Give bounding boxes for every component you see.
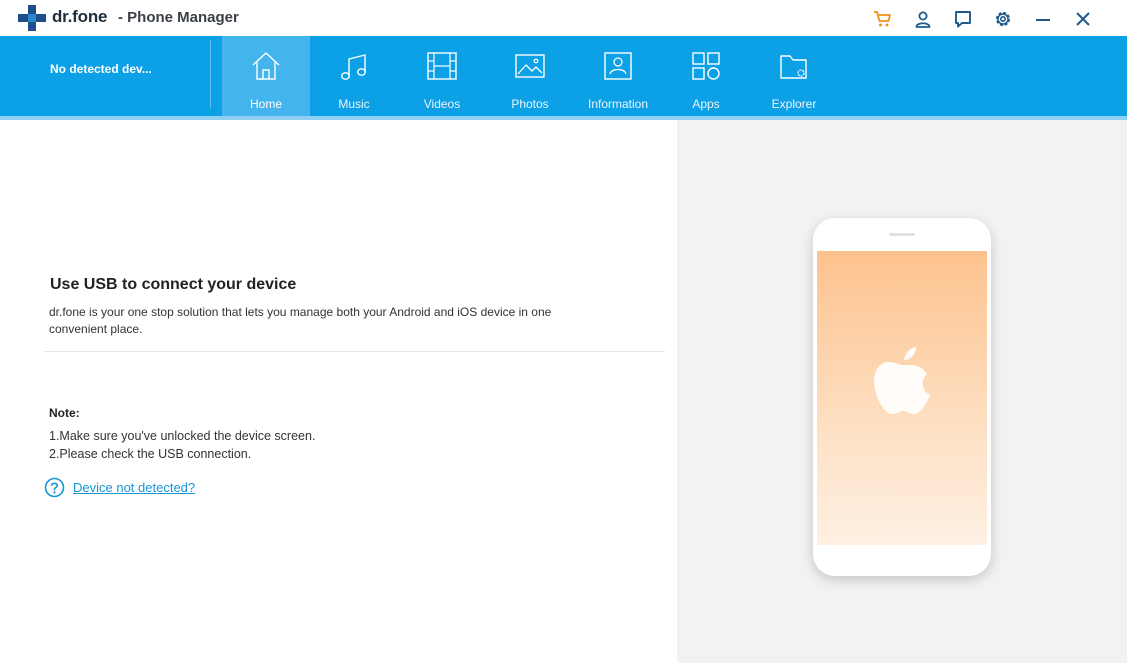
help-question-icon xyxy=(44,477,65,498)
user-icon[interactable] xyxy=(903,6,943,32)
app-title: - Phone Manager xyxy=(118,9,239,26)
minimize-icon[interactable] xyxy=(1023,6,1063,32)
tab-label: Music xyxy=(338,97,370,111)
phone-illustration xyxy=(813,218,991,576)
feedback-icon[interactable] xyxy=(943,6,983,32)
tab-explorer[interactable]: Explorer xyxy=(750,36,838,116)
tab-label: Videos xyxy=(423,97,461,111)
music-icon xyxy=(341,54,367,80)
video-icon xyxy=(427,52,457,80)
tab-photos[interactable]: Photos xyxy=(486,36,574,116)
phone-speaker xyxy=(889,233,915,236)
nav-divider xyxy=(210,40,211,108)
device-not-detected-link[interactable]: Device not detected? xyxy=(44,477,195,498)
page-title: Use USB to connect your device xyxy=(50,276,297,293)
tab-label: Explorer xyxy=(771,97,817,111)
photo-icon xyxy=(515,54,545,78)
divider xyxy=(45,351,665,352)
close-icon[interactable] xyxy=(1063,6,1103,32)
tab-videos[interactable]: Videos xyxy=(398,36,486,116)
cart-icon[interactable] xyxy=(863,6,903,32)
tab-label: Home xyxy=(249,97,282,111)
tab-music[interactable]: Music xyxy=(310,36,398,116)
phone-screen xyxy=(817,251,987,545)
tab-label: Photos xyxy=(511,97,549,111)
connect-instructions-panel: Use USB to connect your device dr.fone i… xyxy=(0,120,677,663)
tab-label: Apps xyxy=(692,97,720,111)
device-status-label[interactable]: No detected dev... xyxy=(50,62,152,76)
apple-logo-icon xyxy=(874,347,930,414)
nav-tabs: Home Music Videos Photos Information App… xyxy=(222,36,838,116)
device-illustration-panel xyxy=(677,120,1127,663)
note-title: Note: xyxy=(49,406,80,420)
main-nav-bar: No detected dev... Home Music Videos Pho… xyxy=(0,36,1127,116)
tab-label: Information xyxy=(587,97,649,111)
description-text: dr.fone is your one stop solution that l… xyxy=(49,305,552,336)
settings-icon[interactable] xyxy=(983,6,1023,32)
tab-information[interactable]: Information xyxy=(574,36,662,116)
apps-icon xyxy=(692,52,720,80)
note-line: 1.Make sure you've unlocked the device s… xyxy=(49,429,316,443)
note-line: 2.Please check the USB connection. xyxy=(49,447,252,461)
contact-icon xyxy=(604,52,632,80)
home-icon xyxy=(252,52,280,80)
help-link-text[interactable]: Device not detected? xyxy=(73,480,195,495)
window-controls xyxy=(863,6,1103,32)
tab-apps[interactable]: Apps xyxy=(662,36,750,116)
title-bar: dr.fone - Phone Manager xyxy=(0,0,1127,36)
drfone-logo-icon xyxy=(18,5,46,31)
folder-icon xyxy=(780,55,807,79)
tab-home[interactable]: Home xyxy=(222,36,310,116)
brand-name: dr.fone xyxy=(52,7,108,26)
